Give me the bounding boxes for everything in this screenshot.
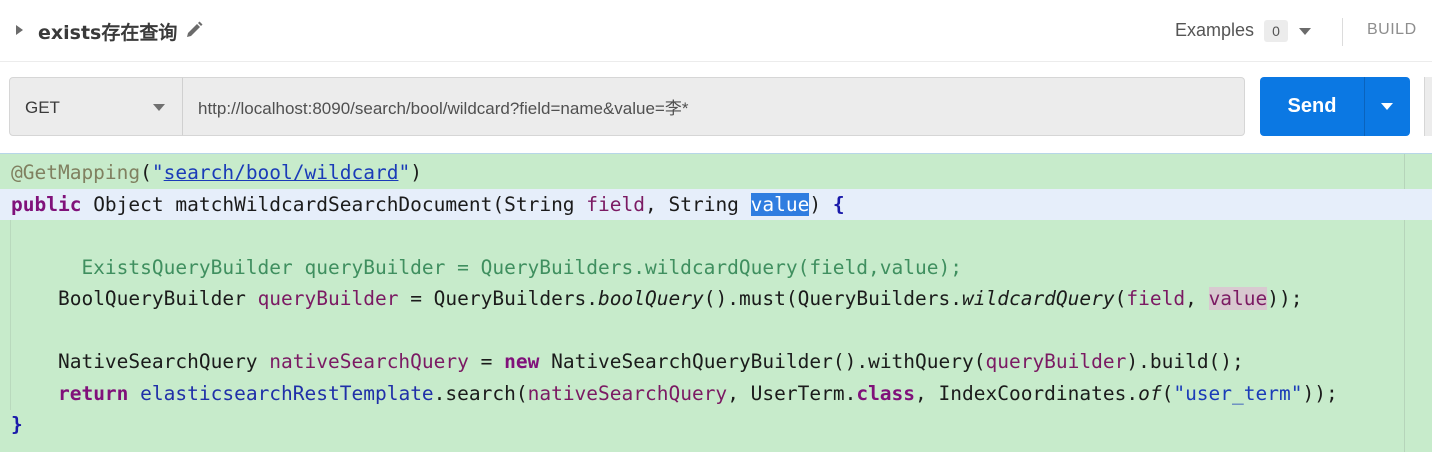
caret-down-icon: [153, 104, 165, 111]
code-line-7: NativeSearchQuery nativeSearchQuery = ne…: [57, 350, 1244, 373]
mapping-path: search/bool/wildcard: [163, 161, 399, 184]
examples-dropdown[interactable]: Examples: [1175, 20, 1254, 41]
request-header: exists存在查询 Examples 0 BUILD: [0, 0, 1432, 62]
build-tab[interactable]: BUILD: [1367, 21, 1417, 39]
code-line-5: BoolQueryBuilder queryBuilder = QueryBui…: [57, 287, 1303, 310]
caret-down-icon: [1381, 103, 1393, 110]
code-line-8: return elasticsearchRestTemplate.search(…: [57, 382, 1338, 405]
send-button[interactable]: Send: [1260, 77, 1364, 136]
code-line-1: @GetMapping("search/bool/wildcard"): [11, 161, 422, 184]
caret-down-icon[interactable]: [1299, 28, 1311, 35]
examples-count-badge: 0: [1264, 20, 1288, 42]
code-line-9: }: [11, 413, 23, 436]
code-editor[interactable]: @GetMapping("search/bool/wildcard") publ…: [0, 153, 1432, 452]
request-title[interactable]: exists存在查询: [38, 18, 177, 45]
code-line-2: public Object matchWildcardSearchDocumen…: [0, 189, 1432, 220]
method-select[interactable]: GET: [9, 77, 183, 136]
method-label: GET: [25, 98, 60, 117]
header-divider: [1342, 18, 1343, 46]
pencil-icon[interactable]: [184, 20, 204, 40]
caret-right-icon[interactable]: [16, 25, 23, 35]
save-button-stub[interactable]: [1424, 77, 1432, 136]
send-options-button[interactable]: [1364, 77, 1410, 136]
code-line-4: ExistsQueryBuilder queryBuilder = QueryB…: [11, 256, 962, 279]
url-input[interactable]: [182, 77, 1245, 136]
selected-text: value: [750, 193, 810, 216]
